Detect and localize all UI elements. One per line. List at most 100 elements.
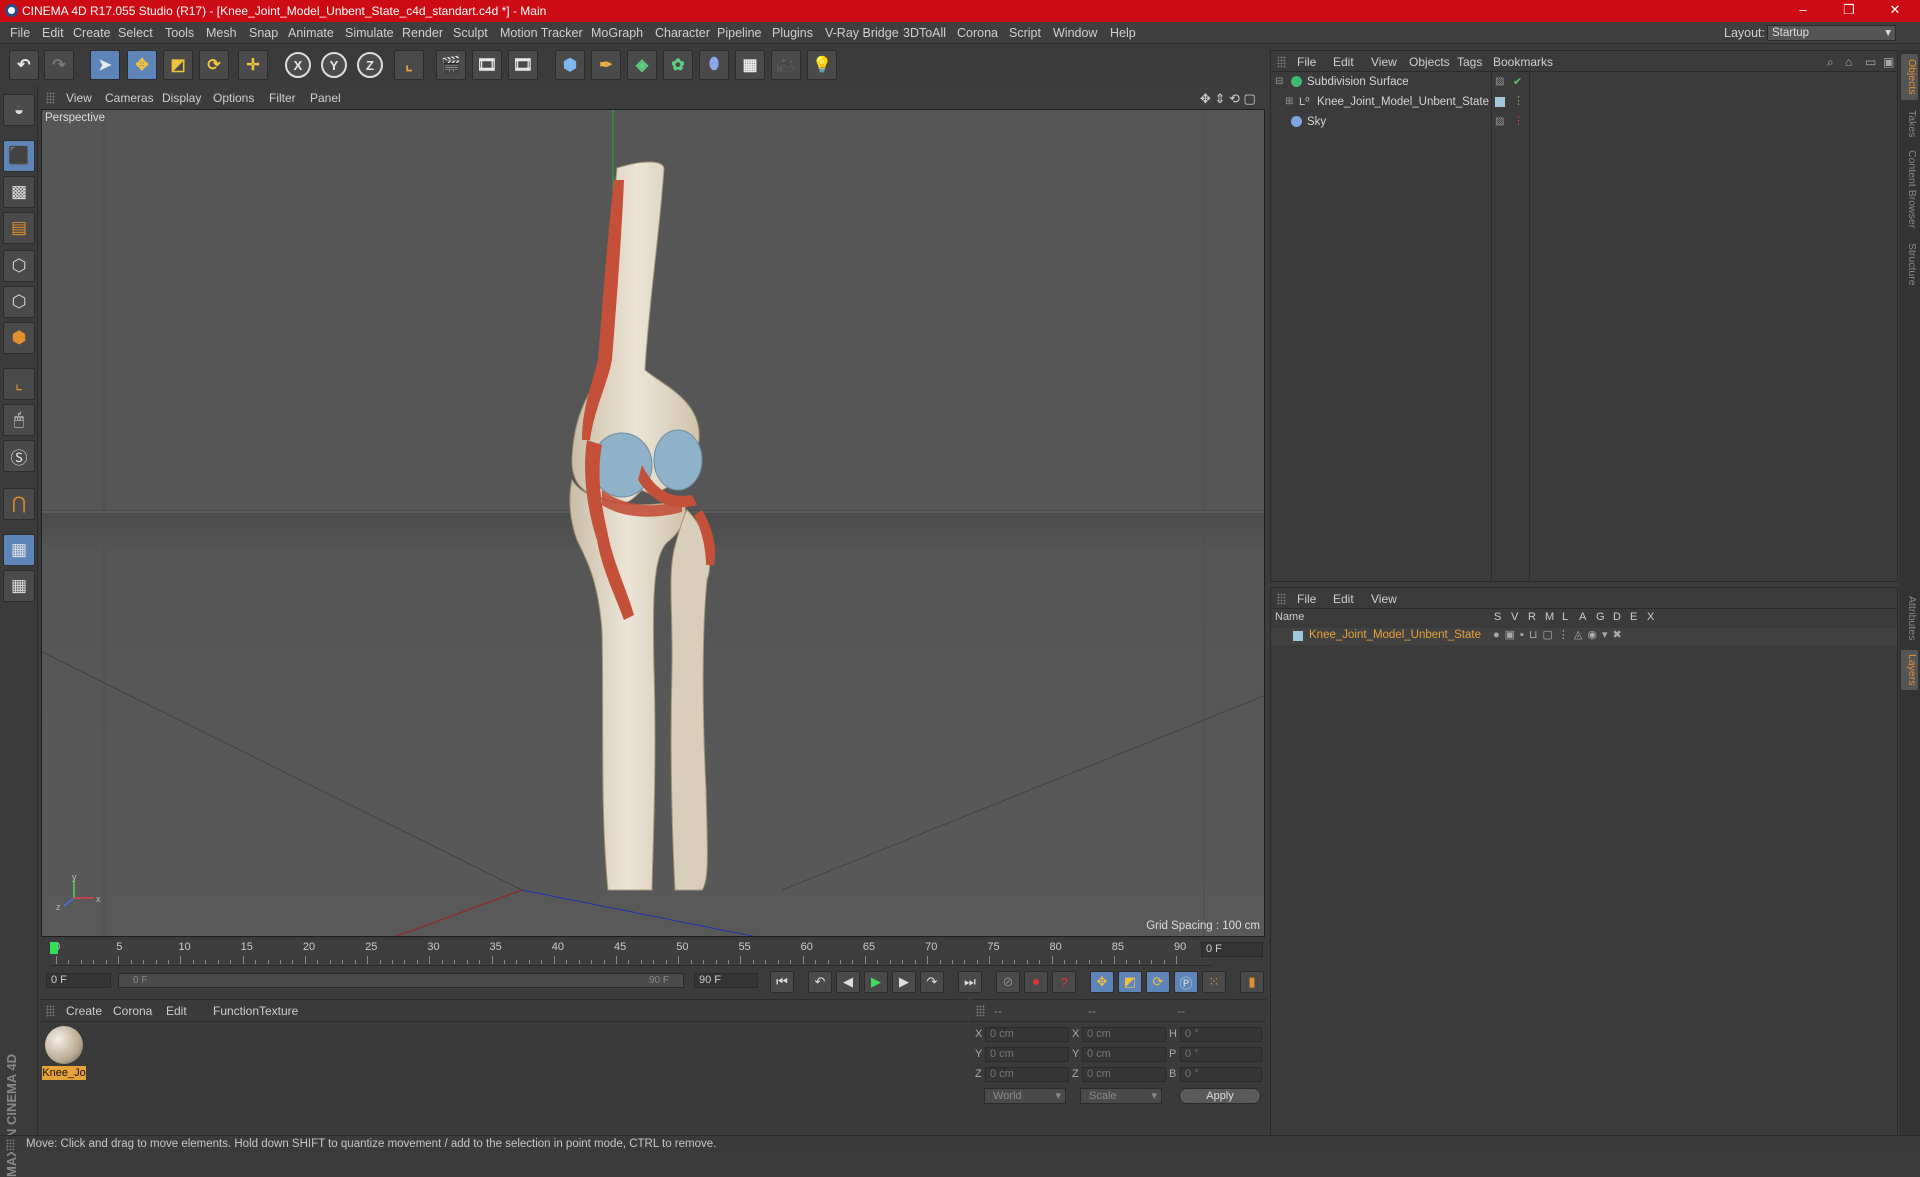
texture-mode-button[interactable]: ▩ [3,176,35,208]
objects-menu-objects[interactable]: Objects [1409,55,1450,69]
material-menu-corona[interactable]: Corona [113,1004,152,1018]
edges-mode-button[interactable]: ⬡ [3,286,35,318]
coordinate-system-button[interactable]: ⌞ [394,50,424,80]
next-frame-button[interactable]: ▶ [892,971,916,993]
layer-row[interactable]: Knee_Joint_Model_Unbent_State ●▣▪⊔▢⋮◬◉▾✖ [1271,628,1897,645]
record-active-objects-button[interactable]: ⏺ [1024,971,1048,993]
y-axis-lock[interactable]: Y [321,52,347,78]
layers-menu-view[interactable]: View [1371,592,1397,606]
pos-y-field[interactable]: 0 cm [985,1047,1069,1062]
workplane-mode-button[interactable]: ▤ [3,212,35,244]
scale-tool[interactable]: ◩ [163,50,193,80]
live-selection-tool[interactable]: ➤ [90,50,120,80]
visibility-dots-icon[interactable]: ⋮ [1513,94,1524,107]
z-axis-lock[interactable]: Z [357,52,383,78]
timeline-ruler[interactable]: 051015202530354045505560657075808590 0 F [40,938,1266,968]
move-tool[interactable]: ✥ [127,50,157,80]
size-x-field[interactable]: 0 cm [1082,1027,1166,1042]
planar-workplane-button[interactable]: ▦ [3,570,35,602]
go-to-start-button[interactable]: ⏮ [770,971,794,993]
home-icon[interactable]: ⌂ [1845,55,1852,69]
layer-color-swatch[interactable] [1293,631,1303,641]
make-editable-button[interactable]: ◒ [3,94,35,126]
menu-file[interactable]: File [10,26,30,40]
key-position-button[interactable]: ✥ [1090,971,1114,993]
menu-animate[interactable]: Animate [288,26,334,40]
go-to-end-button[interactable]: ⏭ [958,971,982,993]
object-row[interactable]: ⊟ Subdivision Surface ▨ ✔ [1271,74,1897,93]
viewport-menu-panel[interactable]: Panel [310,91,341,105]
rot-b-field[interactable]: 0 ° [1180,1067,1262,1082]
apply-button[interactable]: Apply [1179,1088,1261,1104]
collapse-icon[interactable]: ⊟ [1275,76,1283,87]
menu-window[interactable]: Window [1053,26,1097,40]
close-button[interactable]: ✕ [1872,0,1918,22]
next-key-button[interactable]: ↷ [920,971,944,993]
key-parameter-button[interactable]: Ⓟ [1174,971,1198,993]
render-view-button[interactable]: 🎬 [436,50,466,80]
tab-takes[interactable]: Takes [1901,106,1918,142]
mograph-cloner-button[interactable]: ✿ [663,50,693,80]
objects-menu-view[interactable]: View [1371,55,1397,69]
snap-button[interactable]: ⋂ [3,488,35,520]
rotate-tool[interactable]: ⟳ [199,50,229,80]
x-axis-lock[interactable]: X [285,52,311,78]
current-frame-field[interactable]: 0 F [1201,942,1263,957]
material-menu-edit[interactable]: Edit [166,1004,187,1018]
viewport-menu-filter[interactable]: Filter [269,91,296,105]
layers-menu-file[interactable]: File [1297,592,1316,606]
tab-objects[interactable]: Objects [1901,54,1918,100]
timeline-window-button[interactable]: ▮ [1240,971,1264,993]
menu-edit[interactable]: Edit [42,26,64,40]
autokeying-button[interactable]: ? [1052,971,1076,993]
model-mode-button[interactable]: ⬛ [3,140,35,172]
deformer-button[interactable]: ⬮ [699,50,729,80]
object-row[interactable]: ⊞ L⁰ Knee_Joint_Model_Unbent_State ⋮ [1271,94,1897,113]
pen-spline-button[interactable]: ✒ [591,50,621,80]
viewport-menu-options[interactable]: Options [213,91,254,105]
editor-visibility-icon[interactable]: ▨ [1495,76,1504,87]
playhead-marker[interactable] [50,942,58,954]
tab-structure[interactable]: Structure [1901,238,1918,290]
transform-tool[interactable]: ✛ [238,50,268,80]
menu-character[interactable]: Character [655,26,710,40]
floor-button[interactable]: ▦ [735,50,765,80]
previous-key-button[interactable]: ↶ [808,971,832,993]
menu-mograph[interactable]: MoGraph [591,26,643,40]
material-swatch[interactable]: Knee_Jo [42,1026,86,1082]
menu-select[interactable]: Select [118,26,153,40]
cube-object-button[interactable]: ⬢ [555,50,585,80]
layer-flag-icons[interactable]: ●▣▪⊔▢⋮◬◉▾✖ [1493,628,1627,641]
redo-button[interactable]: ↷ [44,50,74,80]
key-rotation-button[interactable]: ⟳ [1146,971,1170,993]
lock-icon[interactable]: ▣ [1883,55,1894,69]
menu-simulate[interactable]: Simulate [345,26,394,40]
camera-button[interactable]: 🎥 [771,50,801,80]
menu-sculpt[interactable]: Sculpt [453,26,488,40]
menu-pipeline[interactable]: Pipeline [717,26,761,40]
expand-icon[interactable]: ⊞ [1285,96,1293,107]
menu-motion-tracker[interactable]: Motion Tracker [500,26,583,40]
material-menu-create[interactable]: Create [66,1004,102,1018]
viewport-menu-view[interactable]: View [66,91,92,105]
tab-layers[interactable]: Layers [1901,650,1918,690]
menu-help[interactable]: Help [1110,26,1136,40]
layout-select[interactable]: Startup ▾ [1767,25,1896,41]
viewport-navigation-icons[interactable]: ✥ ⇕ ⟲ ▢ [1200,91,1256,107]
menu-plugins[interactable]: Plugins [772,26,813,40]
objects-menu-edit[interactable]: Edit [1333,55,1354,69]
tab-attributes[interactable]: Attributes [1901,590,1918,646]
render-picture-viewer-button[interactable]: 🎞 [472,50,502,80]
undo-button[interactable]: ↶ [9,50,39,80]
material-menu-texture[interactable]: Texture [259,1004,298,1018]
menu-mesh[interactable]: Mesh [206,26,237,40]
layer-color-icon[interactable] [1495,97,1505,107]
menu-snap[interactable]: Snap [249,26,278,40]
enabled-check-icon[interactable]: ✔ [1513,75,1522,88]
previous-frame-button[interactable]: ◀ [836,971,860,993]
material-menu-function[interactable]: Function [213,1004,259,1018]
new-view-icon[interactable]: ▭ [1865,55,1876,69]
points-mode-button[interactable]: ⬡ [3,250,35,282]
end-frame-field[interactable]: 90 F [694,973,758,988]
solo-button[interactable]: Ⓢ [3,440,35,472]
